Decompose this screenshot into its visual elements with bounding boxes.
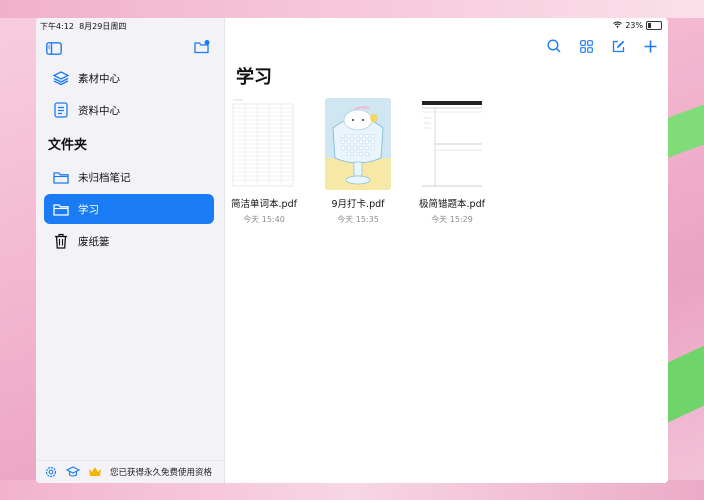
sidebar-item-materials[interactable]: 素材中心 (44, 63, 214, 93)
background-green-stripe (664, 345, 704, 425)
file-date: 今天 15:35 (337, 215, 379, 224)
file-date: 今天 15:29 (431, 215, 473, 224)
sidebar: 素材中心 资料中心 文件夹 未归档笔记 学习 废纸篓 您已获得永久免费使用资格 (36, 18, 225, 483)
plus-icon[interactable] (642, 38, 658, 54)
new-folder-icon[interactable] (194, 39, 210, 54)
background-top-band (0, 0, 704, 18)
page-title: 学习 (236, 67, 272, 88)
search-icon[interactable] (546, 38, 562, 54)
sidebar-item-label: 素材中心 (78, 72, 120, 85)
status-time-date: 下午4:12 8月29日周四 (40, 21, 126, 32)
sidebar-item-study[interactable]: 学习 (44, 194, 214, 224)
settings-gear-icon[interactable] (44, 465, 58, 479)
file-date: 今天 15:40 (243, 215, 285, 224)
background-green-stripe (664, 100, 704, 160)
file-thumbnail[interactable] (419, 98, 485, 190)
sidebar-item-trash[interactable]: 废纸篓 (44, 226, 214, 256)
graduation-cap-icon[interactable] (66, 465, 80, 479)
sidebar-item-unfiled-notes[interactable]: 未归档笔记 (44, 162, 214, 192)
background-bottom-band (0, 480, 704, 500)
sidebar-footer: 您已获得永久免费使用资格 (36, 460, 224, 483)
file-item[interactable]: 简洁单词本.pdf 今天 15:40 (219, 98, 309, 225)
file-item[interactable]: 9月打卡.pdf 今天 15:35 (313, 98, 403, 225)
status-time: 下午4:12 (40, 22, 74, 31)
folder-icon (52, 168, 70, 186)
grid-icon[interactable] (578, 38, 594, 54)
sidebar-item-label: 未归档笔记 (78, 171, 131, 184)
sidebar-item-label: 资料中心 (78, 104, 120, 117)
sidebar-item-resources[interactable]: 资料中心 (44, 95, 214, 125)
folder-icon (52, 200, 70, 218)
trash-icon (52, 232, 70, 250)
file-thumbnail[interactable] (325, 98, 391, 190)
file-item[interactable]: 极简错题本.pdf 今天 15:29 (407, 98, 497, 225)
crown-icon[interactable] (88, 465, 102, 479)
folders-section-title: 文件夹 (48, 138, 88, 153)
file-thumbnail[interactable] (231, 98, 297, 190)
sidebar-toggle-icon[interactable] (46, 40, 62, 55)
membership-status-text: 您已获得永久免费使用资格 (110, 468, 213, 478)
layers-icon (52, 69, 70, 87)
edit-icon[interactable] (610, 38, 626, 54)
toolbar (546, 38, 658, 54)
file-name: 极简错题本.pdf (419, 199, 485, 210)
document-icon (52, 101, 70, 119)
sidebar-header (36, 36, 224, 62)
sidebar-item-label: 废纸篓 (78, 235, 110, 248)
main-content: 学习 简洁单词本.pdf 今天 15:40 9月打卡.pdf 今天 15:35 … (225, 18, 668, 483)
ipad-window: 素材中心 资料中心 文件夹 未归档笔记 学习 废纸篓 您已获得永久免费使用资格 … (36, 18, 668, 483)
sidebar-item-label: 学习 (78, 203, 99, 216)
file-name: 9月打卡.pdf (331, 199, 385, 210)
file-name: 简洁单词本.pdf (231, 199, 297, 210)
status-date: 8月29日周四 (79, 22, 127, 31)
